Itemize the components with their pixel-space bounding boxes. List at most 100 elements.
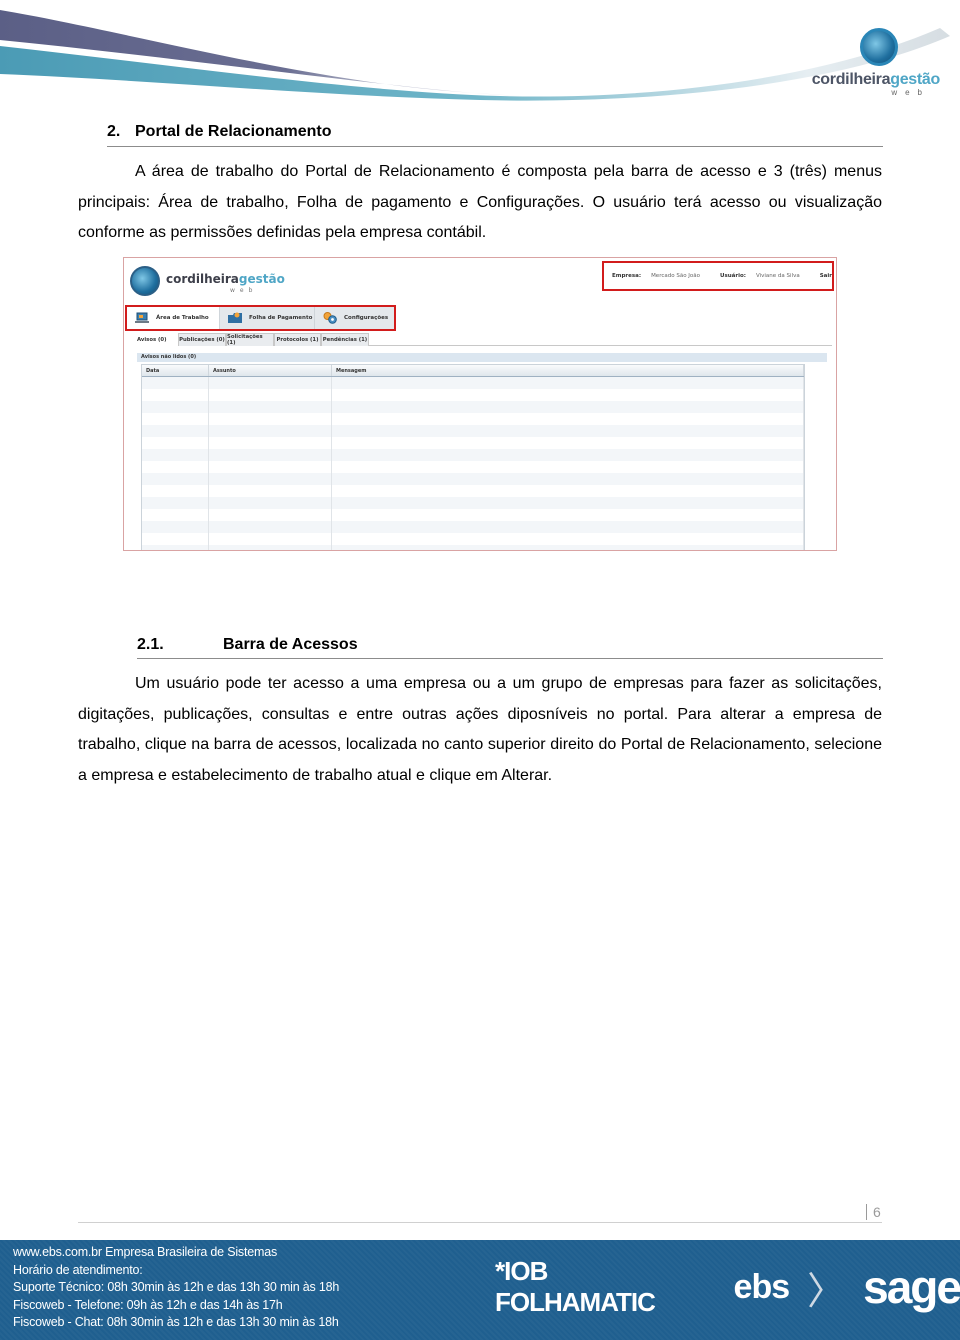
company-label: Empresa: (612, 273, 642, 279)
grid-cell (209, 377, 332, 389)
grid-row-empty (142, 509, 804, 521)
grid-row-empty (142, 425, 804, 437)
tab-publicacoes[interactable]: Publicações (0) (178, 333, 226, 346)
grid-cell (332, 509, 804, 521)
grid-row-empty (142, 461, 804, 473)
grid-cell (209, 437, 332, 449)
notices-grid: Data Assunto Mensagem (141, 364, 805, 550)
grid-cell (332, 497, 804, 509)
grid-cell (142, 449, 209, 461)
tab-solicitacoes[interactable]: Solicitações (1) (226, 333, 274, 346)
grid-cell (142, 377, 209, 389)
folder-icon (228, 312, 242, 323)
column-header-mensagem[interactable]: Mensagem (332, 365, 804, 376)
grid-cell (142, 497, 209, 509)
grid-cell (142, 533, 209, 545)
section-title: Portal de Relacionamento (135, 123, 332, 140)
globe-icon (860, 28, 898, 66)
footer-line: Suporte Técnico: 08h 30min às 12h e das … (13, 1280, 340, 1294)
grid-cell (209, 497, 332, 509)
menu-configuracoes[interactable]: Configurações (314, 307, 394, 329)
tab-protocolos[interactable]: Protocolos (1) (274, 333, 321, 346)
grid-row-empty (142, 521, 804, 533)
company-selector[interactable]: Mercado São João (651, 273, 700, 279)
grid-cell (332, 377, 804, 389)
logout-link[interactable]: Sair (820, 273, 832, 279)
grid-cell (209, 485, 332, 497)
footer-line: Horário de atendimento: (13, 1262, 143, 1277)
grid-header: Data Assunto Mensagem (142, 365, 804, 377)
grid-cell (332, 521, 804, 533)
grid-row-empty (142, 449, 804, 461)
grid-row-empty (142, 413, 804, 425)
grid-row-empty (142, 545, 804, 550)
grid-row-empty (142, 401, 804, 413)
grid-cell (142, 509, 209, 521)
user-label: Usuário: (720, 273, 746, 279)
tab-pendencias[interactable]: Pendências (1) (321, 333, 369, 346)
grid-cell (209, 533, 332, 545)
grid-row-empty (142, 377, 804, 389)
grid-cell (209, 521, 332, 533)
footer-banner: www.ebs.com.br Empresa Brasileira de Sis… (0, 1240, 960, 1340)
grid-cell (332, 485, 804, 497)
grid-cell (332, 545, 804, 550)
menu-folha-de-pagamento[interactable]: Folha de Pagamento (219, 307, 314, 329)
brand-name: cordilheiragestão (811, 71, 941, 88)
grid-cell (209, 389, 332, 401)
footer-line: Fiscoweb - Chat: 08h 30min às 12h e das … (13, 1315, 339, 1329)
grid-cell (142, 389, 209, 401)
main-menu: Área de Trabalho Folha de Pagamento Conf… (125, 305, 396, 331)
grid-cell (332, 437, 804, 449)
grid-cell (142, 485, 209, 497)
grid-cell (209, 461, 332, 473)
grid-row-empty (142, 389, 804, 401)
grid-cell (332, 389, 804, 401)
grid-row-empty (142, 485, 804, 497)
column-header-assunto[interactable]: Assunto (209, 365, 332, 376)
section-number: 2. (107, 123, 121, 140)
grid-cell (332, 533, 804, 545)
grid-row-empty (142, 437, 804, 449)
iob-folhamatic-logo: *IOB FOLHAMATIC (495, 1256, 656, 1317)
grid-cell (209, 473, 332, 485)
column-header-data[interactable]: Data (142, 365, 209, 376)
chevron-right-icon: 〉 (807, 1270, 846, 1313)
grid-cell (332, 425, 804, 437)
grid-cell (142, 437, 209, 449)
grid-cell (332, 413, 804, 425)
panel-title: Avisos não lidos (0) (137, 353, 827, 362)
ebs-logo: ebs (733, 1267, 791, 1306)
section-heading: 2. Portal de Relacionamento (107, 123, 883, 147)
sub-tabs: Avisos (0) Publicações (0) Solicitações … (132, 333, 832, 346)
grid-cell (209, 425, 332, 437)
grid-cell (332, 401, 804, 413)
grid-cell (332, 473, 804, 485)
grid-cell (142, 413, 209, 425)
subsection-paragraph: Um usuário pode ter acesso a uma empresa… (78, 675, 882, 784)
globe-icon (130, 266, 160, 296)
brand-logo: cordilheiragestão web (808, 28, 948, 98)
grid-cell (332, 461, 804, 473)
grid-cell (142, 545, 209, 550)
footer-contact-info: www.ebs.com.br Empresa Brasileira de Sis… (13, 1244, 339, 1332)
grid-cell (209, 401, 332, 413)
grid-cell (142, 473, 209, 485)
user-name[interactable]: Viviane da Silva (756, 273, 800, 279)
grid-row-empty (142, 473, 804, 485)
brand-sub: web (891, 88, 930, 97)
grid-cell (209, 413, 332, 425)
grid-cell (142, 521, 209, 533)
sage-logo: sage (863, 1261, 960, 1313)
tab-avisos[interactable]: Avisos (0) (132, 333, 178, 346)
subsection-heading: 2.1. Barra de Acessos (137, 636, 883, 659)
grid-cell (209, 545, 332, 550)
partner-logos: *IOB FOLHAMATIC ebs 〉 sage (495, 1256, 960, 1317)
access-bar[interactable]: Empresa: Mercado São João Usuário: Vivia… (602, 261, 834, 291)
menu-area-de-trabalho[interactable]: Área de Trabalho (127, 307, 219, 329)
grid-cell (332, 449, 804, 461)
subsection-title: Barra de Acessos (223, 636, 358, 653)
portal-logo: cordilheiragestão web (130, 264, 285, 300)
grid-cell (142, 461, 209, 473)
section-paragraph: A área de trabalho do Portal de Relacion… (78, 163, 882, 241)
